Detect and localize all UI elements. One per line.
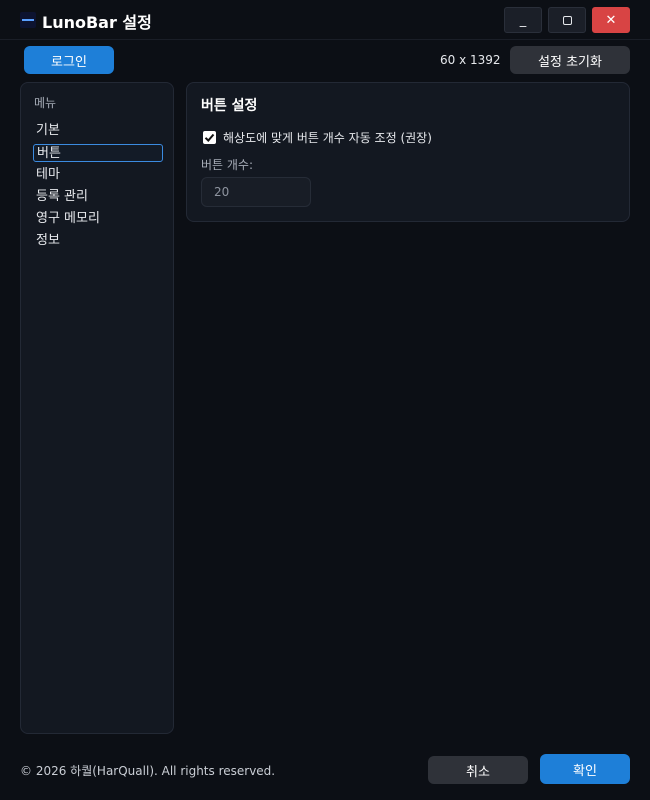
ok-button[interactable]: 확인 [540,754,630,784]
auto-adjust-checkbox[interactable] [203,131,216,144]
sidebar-item-registration[interactable]: 등록 관리 [33,188,163,206]
button-count-input[interactable]: 20 [201,177,311,207]
sidebar-menu: 메뉴 기본 버튼 테마 등록 관리 영구 메모리 정보 [20,82,174,734]
app-logo-icon [20,12,36,28]
sidebar-item-theme[interactable]: 테마 [33,166,163,184]
minimize-button[interactable]: _ [504,7,542,33]
window-title: LunoBar 설정 [42,13,152,32]
panel-title: 버튼 설정 [201,98,258,114]
minimize-icon: _ [519,12,527,28]
maximize-icon [562,15,572,25]
button-count-label: 버튼 개수: [201,158,254,172]
sidebar-item-button[interactable]: 버튼 [33,144,163,162]
sidebar-heading: 메뉴 [34,96,57,110]
close-button[interactable]: ✕ [592,7,630,33]
sidebar-item-basic[interactable]: 기본 [33,122,163,140]
reset-settings-button[interactable]: 설정 초기화 [510,46,630,74]
login-button[interactable]: 로그인 [24,46,114,74]
close-icon: ✕ [605,12,617,28]
checkmark-icon [204,133,215,142]
auto-adjust-label[interactable]: 해상도에 맞게 버튼 개수 자동 조정 (권장) [223,129,432,146]
maximize-button[interactable] [548,7,586,33]
resolution-readout: 60 x 1392 [440,53,501,67]
title-bar: LunoBar 설정 _ ✕ [0,0,650,40]
sidebar-item-info[interactable]: 정보 [33,232,163,250]
sidebar-item-permanent-memory[interactable]: 영구 메모리 [33,210,163,228]
button-settings-panel: 버튼 설정 해상도에 맞게 버튼 개수 자동 조정 (권장) 버튼 개수: 20 [186,82,630,222]
cancel-button[interactable]: 취소 [428,756,528,784]
copyright-text: © 2026 하퀄(HarQuall). All rights reserved… [20,764,276,778]
